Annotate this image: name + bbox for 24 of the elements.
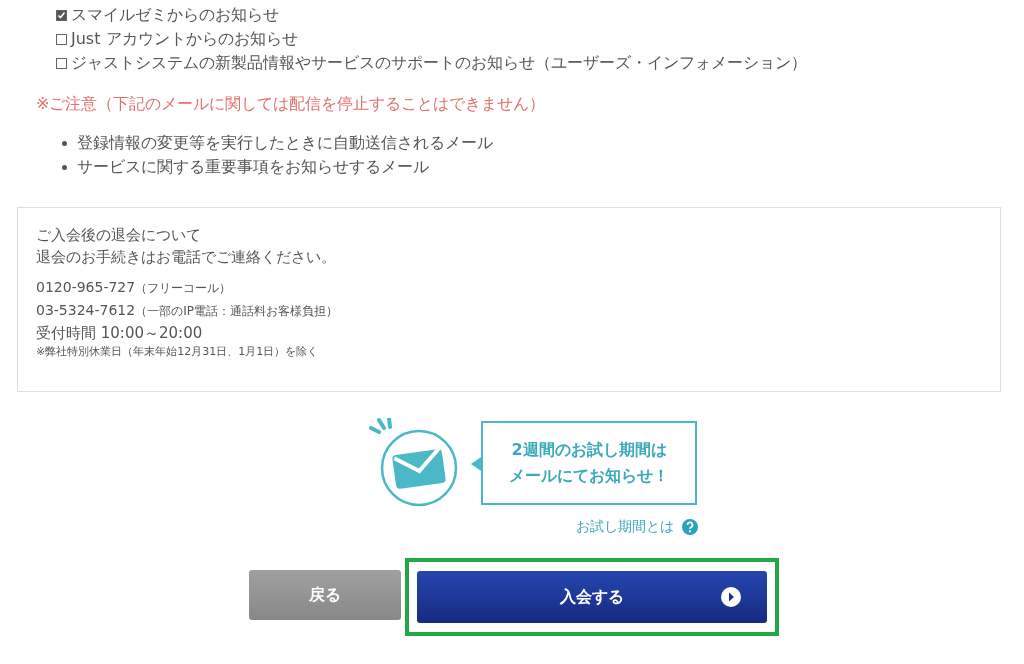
- checkbox[interactable]: [56, 57, 67, 69]
- panel-heading: ご入会後の退会について: [36, 225, 202, 246]
- hours-text: 受付時間 10:00～20:00: [36, 323, 204, 344]
- list-item: 登録情報の変更等を実行したときに自動送信されるメール: [77, 132, 493, 154]
- trial-link[interactable]: お試し期間とは: [576, 518, 674, 536]
- notice-text: ※ご注意（下記のメールに関しては配信を停止することはできません）: [36, 94, 547, 115]
- bullet-icon: [62, 164, 67, 170]
- speech-bubble: 2週間のお試し期間は メールにてお知らせ！: [481, 421, 697, 505]
- bullet-icon: [62, 140, 67, 146]
- panel-text: 退会のお手続きはお電話でご連絡ください。: [36, 247, 337, 268]
- bubble-tail: [471, 457, 481, 471]
- checkbox-label: Just アカウントからのお知らせ: [71, 28, 298, 50]
- help-icon[interactable]: [682, 519, 698, 535]
- phone-number: 0120-965-727（フリーコール）: [36, 278, 233, 297]
- list-item: サービスに関する重要事項をお知らせするメール: [77, 156, 429, 178]
- checkbox-label: ジャストシステムの新製品情報やサービスのサポートのお知らせ（ユーザーズ・インフォメーション）: [71, 52, 807, 74]
- play-icon: [721, 587, 741, 607]
- footnote: ※弊社特別休業日（年末年始12月31日、1月1日）を除く: [36, 344, 320, 360]
- checkbox[interactable]: [56, 33, 67, 45]
- phone-number: 03-5324-7612（一部のIP電話：通話料お客様負担）: [36, 301, 339, 320]
- checkbox-label: スマイルゼミからのお知らせ: [71, 4, 279, 26]
- join-button[interactable]: 入会する: [417, 571, 767, 623]
- checkbox[interactable]: [56, 9, 67, 21]
- back-button[interactable]: 戻る: [249, 570, 401, 620]
